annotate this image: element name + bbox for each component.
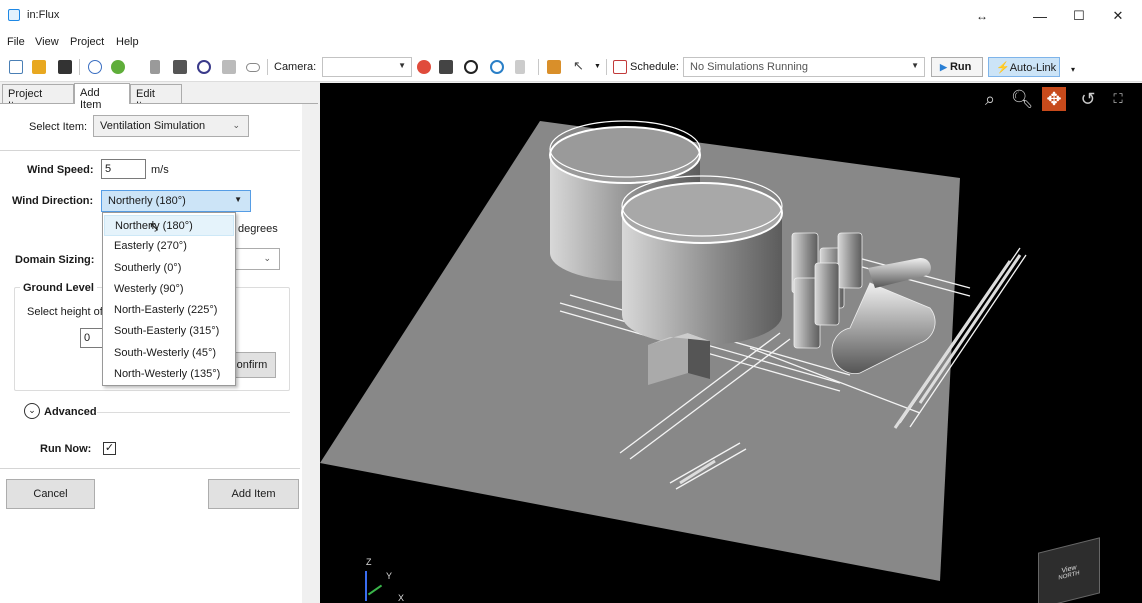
mouse-cursor-icon: ↖ [149, 219, 160, 234]
wind-speed-unit: m/s [151, 164, 169, 176]
add-item-button[interactable]: Add Item [208, 479, 299, 509]
minimize-button[interactable]: — [1020, 4, 1060, 28]
wind-direction-option[interactable]: Southerly (0°) [104, 258, 234, 279]
wind-direction-option[interactable]: North-Easterly (225°) [104, 300, 234, 321]
menu-file[interactable]: File [7, 36, 25, 48]
hierarchy-icon[interactable] [547, 60, 561, 74]
plant-model [320, 120, 1027, 581]
wind-direction-option[interactable]: Northerly (180°) [104, 215, 234, 236]
building-icon[interactable] [150, 60, 160, 74]
open-folder-icon[interactable] [32, 60, 46, 74]
chevron-down-icon[interactable]: ⌄ [24, 403, 40, 419]
cancel-button[interactable]: Cancel [6, 479, 95, 509]
calendar-icon[interactable] [613, 60, 627, 74]
window-title: in:Flux [27, 9, 60, 21]
toolbar-overflow-icon[interactable]: ▾ [1071, 65, 1075, 74]
run-now-label: Run Now: [40, 443, 92, 455]
pointer-icon[interactable]: ↖ [573, 59, 587, 74]
toolbar: Camera: ▼ ↖ ▼ Schedule: No Simulations R… [0, 52, 1142, 82]
select-item-dropdown[interactable]: Ventilation Simulation ⌄ [93, 115, 249, 137]
advanced-label[interactable]: Advanced [44, 406, 97, 418]
3d-viewport[interactable]: ⌕ 🔍︎ ✥ ↺ ⛶ Z Y X View NORTH [320, 83, 1142, 603]
menu-view[interactable]: View [35, 36, 59, 48]
info-icon[interactable] [88, 60, 102, 74]
chevron-down-icon: ⌄ [263, 253, 271, 263]
schedule-select[interactable]: No Simulations Running ▼ [683, 57, 925, 77]
fullscreen-icon[interactable]: ⛶ [1106, 87, 1130, 111]
tab-edit-item[interactable]: Edit Item [130, 84, 182, 112]
camera-label: Camera: [274, 61, 317, 73]
domain-sizing-label: Domain Sizing: [15, 254, 95, 266]
monitor-icon[interactable] [173, 60, 187, 74]
schedule-value: No Simulations Running [690, 61, 809, 73]
document-icon[interactable] [515, 60, 525, 74]
wind-direction-option[interactable]: Westerly (90°) [104, 279, 234, 300]
wind-direction-option[interactable]: South-Westerly (45°) [104, 343, 234, 364]
select-item-label: Select Item: [29, 121, 88, 133]
wind-speed-label: Wind Speed: [27, 164, 94, 176]
tab-add-item[interactable]: Add Item [74, 83, 130, 111]
axis-y-label: Y [386, 571, 393, 581]
axis-z-label: Z [366, 557, 372, 567]
camera-delete-icon[interactable] [417, 60, 431, 74]
add-circle-icon[interactable] [111, 60, 125, 74]
tab-project-items[interactable]: Project Items [2, 84, 74, 112]
select-height-label: Select height of [27, 306, 103, 318]
target-icon[interactable] [197, 60, 211, 74]
play-icon: ▶ [940, 62, 947, 72]
menu-project[interactable]: Project [70, 36, 104, 48]
ground-level-title: Ground Level [20, 282, 97, 294]
run-now-checkbox[interactable]: ✓ [103, 442, 116, 455]
wind-turbine-icon[interactable] [222, 60, 236, 74]
wind-direction-option[interactable]: South-Easterly (315°) [104, 321, 234, 342]
chevron-down-icon: ▼ [234, 195, 242, 204]
storage-tank-2 [621, 175, 783, 345]
axis-x-label: X [398, 593, 405, 603]
item-tabs: Project Items Add Item Edit Item [0, 83, 320, 112]
camera-image-icon[interactable] [439, 60, 453, 74]
panel-scrollbar[interactable] [302, 104, 318, 603]
menu-help[interactable]: Help [116, 36, 139, 48]
new-project-icon[interactable] [9, 60, 23, 74]
rotate-icon[interactable]: ↺ [1076, 87, 1100, 111]
pointer-dropdown-icon[interactable]: ▼ [594, 63, 601, 70]
chevron-down-icon: ⌄ [232, 120, 240, 130]
close-button[interactable]: ✕ [1098, 4, 1138, 28]
maximize-button[interactable]: ☐ [1059, 4, 1099, 28]
title-bar: in:Flux ↔ — ☐ ✕ [0, 0, 1142, 32]
wind-direction-dropdown[interactable]: Northerly (180°) ▼ [101, 190, 251, 212]
crosshair-icon[interactable] [464, 60, 478, 74]
wind-direction-option[interactable]: North-Westerly (135°) [104, 364, 234, 385]
menu-bar: File View Project Help [0, 32, 1142, 52]
schedule-label: Schedule: [630, 61, 679, 73]
run-button[interactable]: ▶ Run [931, 57, 983, 77]
wind-direction-options: Northerly (180°) Easterly (270°) Souther… [102, 212, 236, 386]
save-icon[interactable] [58, 60, 72, 74]
axis-triad: Z Y X [356, 553, 406, 603]
lightning-icon: ⚡ [996, 62, 1010, 74]
wind-direction-option[interactable]: Easterly (270°) [104, 236, 234, 257]
move-icon[interactable] [490, 60, 504, 74]
zoom-icon[interactable]: 🔍︎ [1010, 87, 1034, 111]
resize-icon[interactable]: ↔ [962, 4, 1002, 28]
wind-direction-label: Wind Direction: [12, 195, 94, 207]
auto-link-button[interactable]: ⚡Auto-Link [988, 57, 1060, 77]
zoom-extents-icon[interactable]: ⌕ [978, 87, 1002, 111]
degrees-label: degrees [238, 223, 278, 235]
cloud-icon[interactable] [246, 63, 260, 72]
pan-icon[interactable]: ✥ [1042, 87, 1066, 111]
app-icon [8, 9, 20, 21]
camera-select[interactable]: ▼ [322, 57, 412, 77]
wind-speed-input[interactable]: 5 [101, 159, 146, 179]
